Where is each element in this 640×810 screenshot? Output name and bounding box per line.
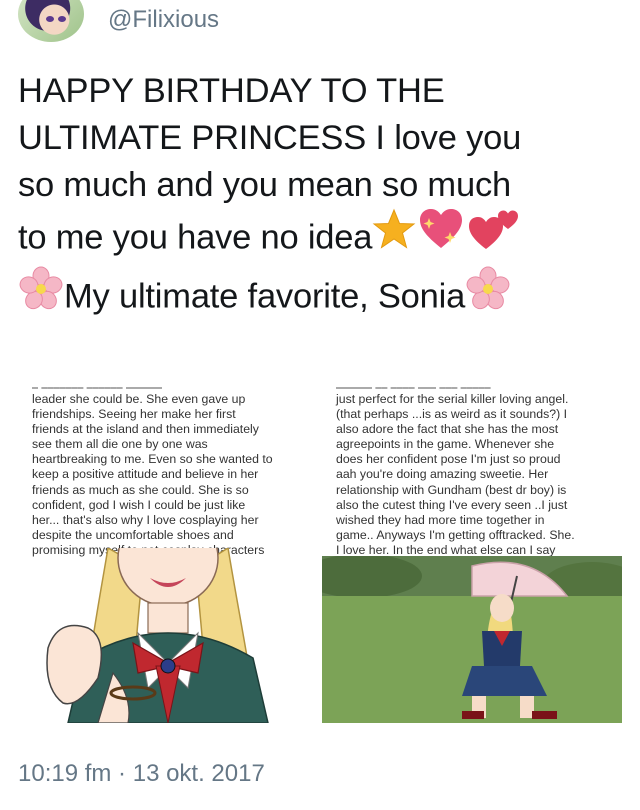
tweet-header: @Filixious xyxy=(0,0,640,50)
two-hearts-emoji-icon xyxy=(466,205,520,266)
sparkling-heart-emoji-icon xyxy=(416,206,466,265)
tweet-line-text: My ultimate favorite, Sonia xyxy=(64,277,466,316)
right-text-snippet: just perfect for the serial killer lovin… xyxy=(336,392,575,557)
avatar[interactable] xyxy=(18,0,84,42)
tweet-line-4: to me you have no idea xyxy=(18,206,628,270)
cropped-text-line: ⎯ ⎯⎯⎯⎯⎯⎯⎯ ⎯⎯⎯⎯⎯⎯ ⎯⎯⎯⎯⎯⎯ xyxy=(32,380,163,390)
tweet-media[interactable]: ⎯ ⎯⎯⎯⎯⎯⎯⎯ ⎯⎯⎯⎯⎯⎯ ⎯⎯⎯⎯⎯⎯ leader she could… xyxy=(18,378,622,723)
tweet-line-5: My ultimate favorite, Sonia xyxy=(18,266,628,327)
left-text-snippet: leader she could be. She even gave up fr… xyxy=(32,392,273,557)
sonia-artwork-illustration xyxy=(46,548,269,723)
cherry-blossom-emoji-icon xyxy=(18,266,64,323)
cropped-text-line: ⎯⎯⎯⎯⎯⎯ ⎯⎯ ⎯⎯⎯⎯ ⎯⎯⎯ ⎯⎯⎯ ⎯⎯⎯⎯⎯ xyxy=(336,380,491,390)
cosplay-photo xyxy=(322,556,622,723)
cherry-blossom-emoji-icon xyxy=(465,266,511,323)
media-image-right[interactable]: ⎯⎯⎯⎯⎯⎯ ⎯⎯ ⎯⎯⎯⎯ ⎯⎯⎯ ⎯⎯⎯ ⎯⎯⎯⎯⎯ just perfec… xyxy=(322,378,622,723)
tweet-line-text: to me you have no idea xyxy=(18,218,373,257)
tweet-line: so much and you mean so much xyxy=(18,166,511,204)
avatar-eye xyxy=(58,16,66,22)
tweet-line: HAPPY BIRTHDAY TO THE xyxy=(18,72,445,110)
tweet-timestamp[interactable]: 10:19 fm · 13 okt. 2017 xyxy=(18,760,265,788)
star-emoji-icon xyxy=(372,208,416,263)
media-image-left[interactable]: ⎯ ⎯⎯⎯⎯⎯⎯⎯ ⎯⎯⎯⎯⎯⎯ ⎯⎯⎯⎯⎯⎯ leader she could… xyxy=(18,378,318,723)
user-handle[interactable]: @Filixious xyxy=(108,6,219,34)
tweet-text: HAPPY BIRTHDAY TO THE ULTIMATE PRINCESS … xyxy=(18,68,628,327)
tweet-line: ULTIMATE PRINCESS I love you xyxy=(18,119,522,157)
avatar-eye xyxy=(46,16,54,22)
